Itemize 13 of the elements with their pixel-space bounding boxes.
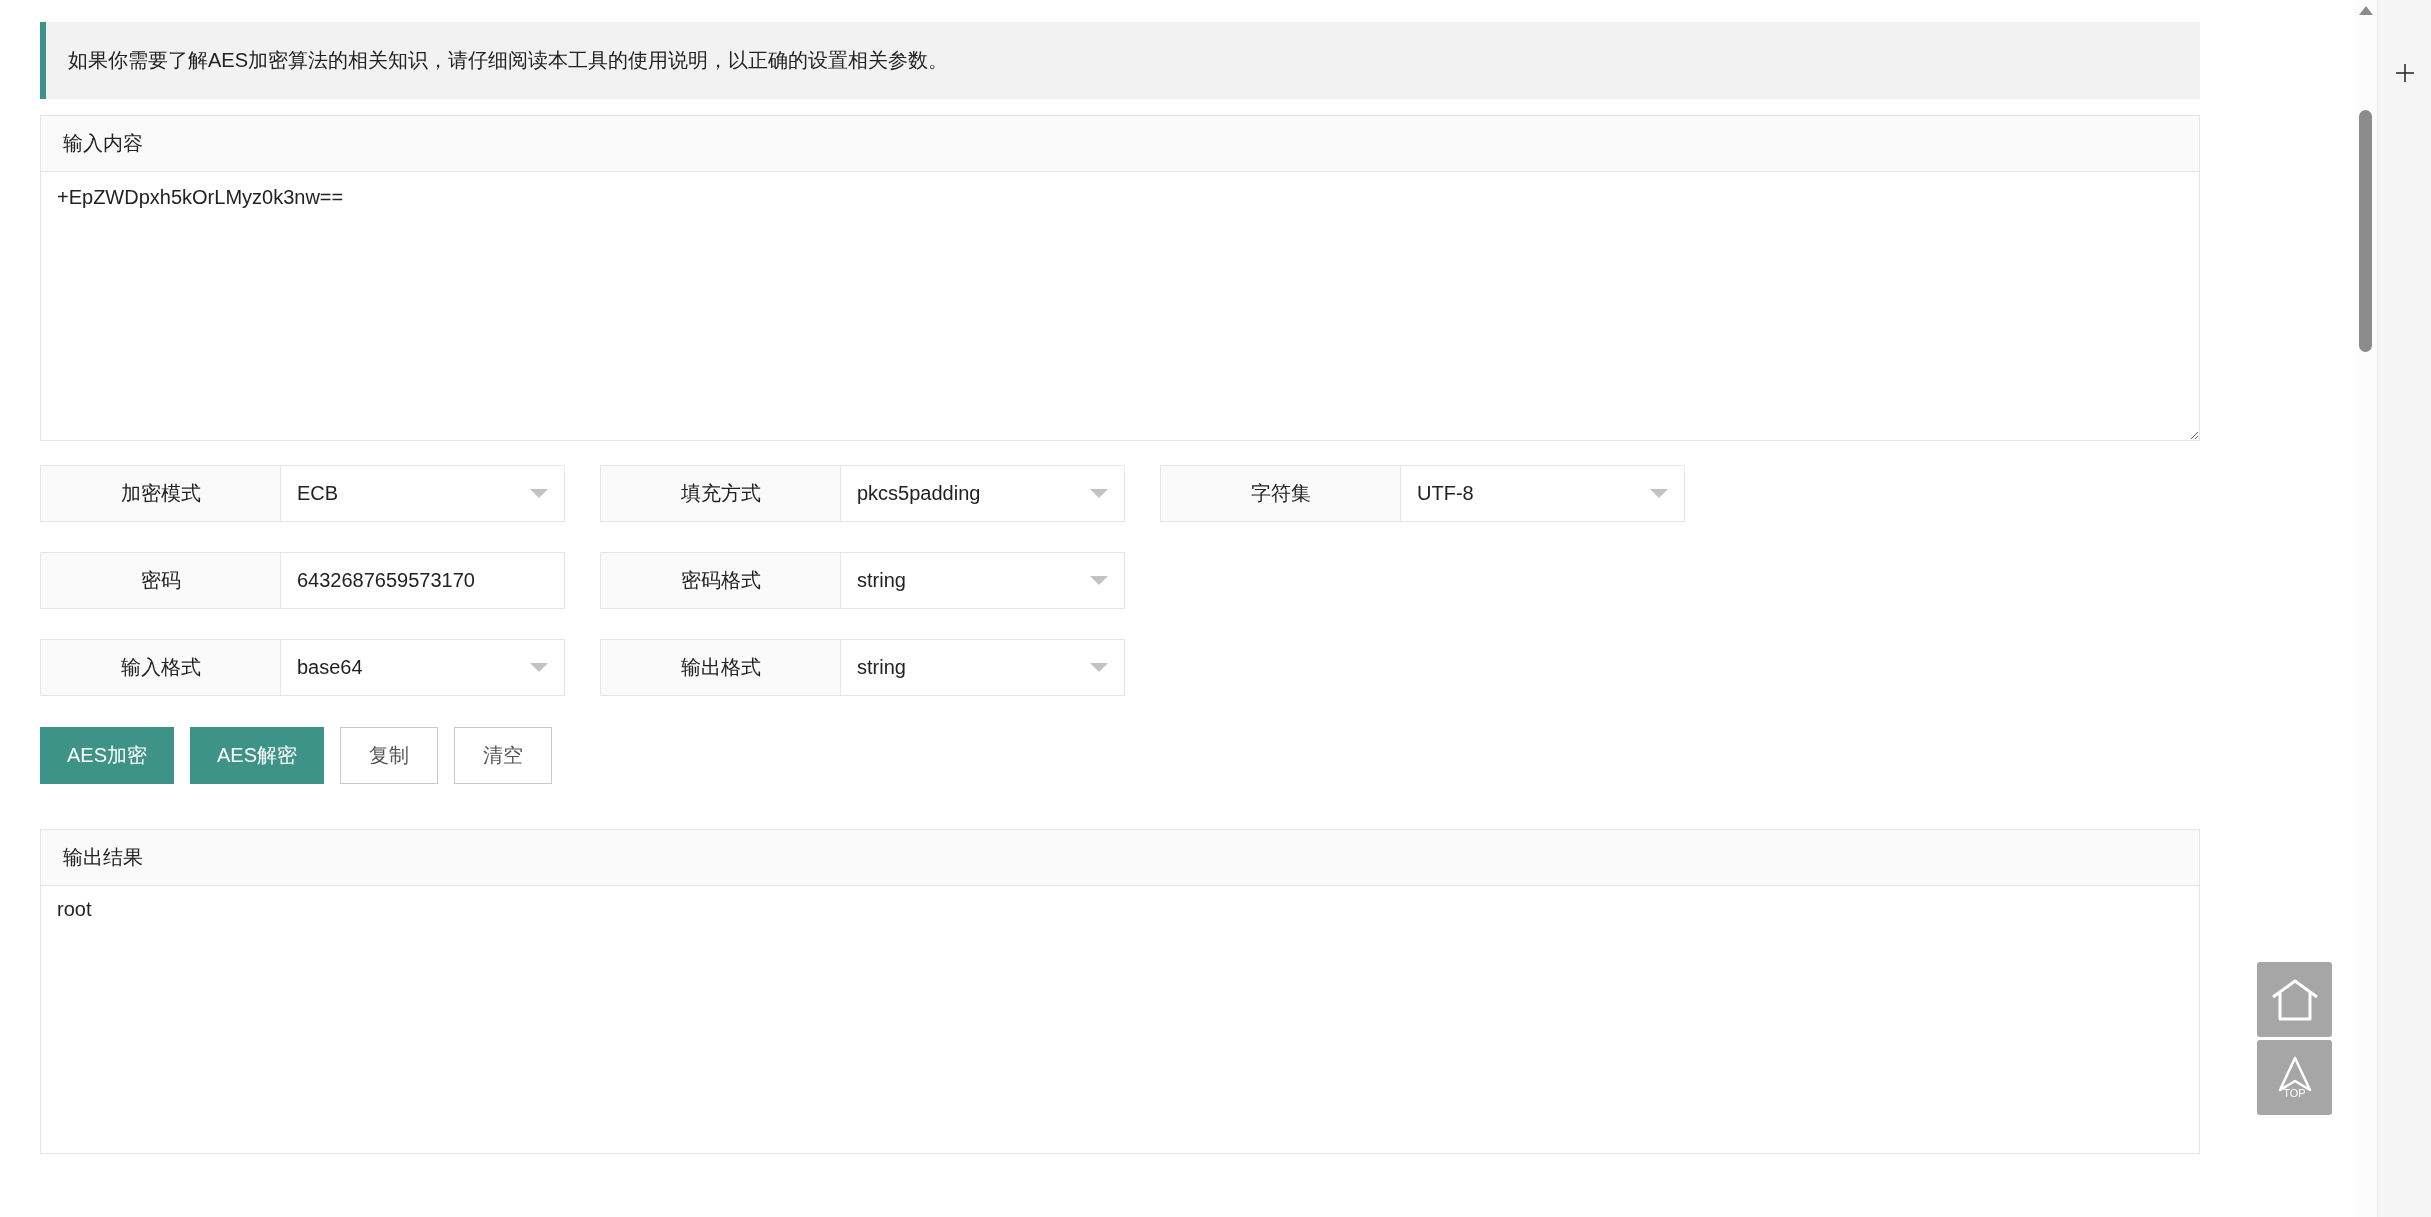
plus-icon[interactable]	[2394, 63, 2415, 83]
home-button[interactable]	[2257, 962, 2332, 1037]
scroll-up-icon	[2359, 6, 2373, 15]
output-text: root	[56, 897, 93, 922]
action-button[interactable]: AES解密	[190, 727, 325, 784]
home-icon	[2270, 978, 2319, 1021]
notice-text: 如果你需要了解AES加密算法的相关知识，请仔细阅读本工具的使用说明，以正确的设置相关参数。	[40, 22, 2200, 99]
action-button[interactable]: AES加密	[40, 727, 175, 784]
panel-title: 输入内容	[41, 116, 2199, 172]
panel-title: 输出结果	[41, 830, 2199, 886]
scrollbar-thumb[interactable]	[2359, 110, 2372, 352]
plain-button[interactable]: 复制	[340, 727, 439, 784]
plain-button[interactable]: 清空	[454, 727, 553, 784]
